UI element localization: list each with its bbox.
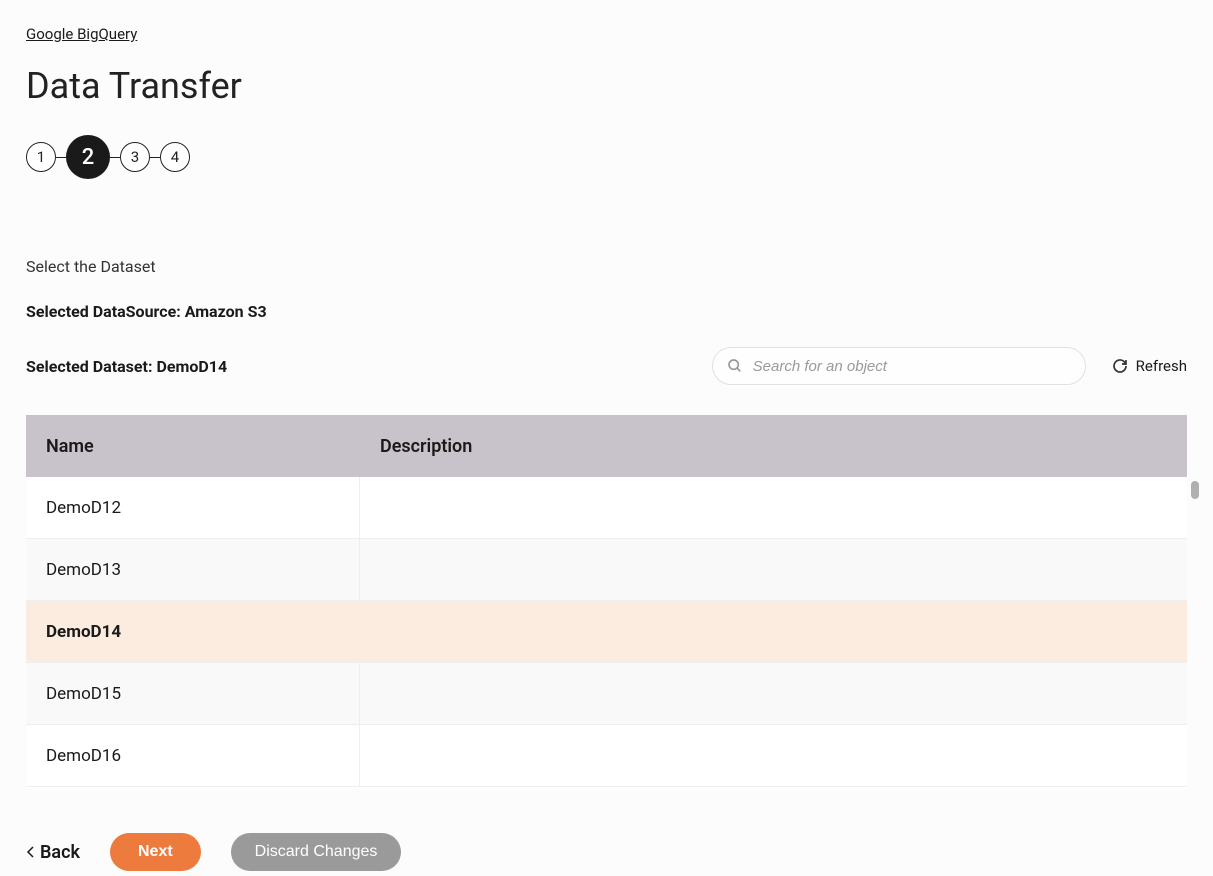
search-input[interactable] <box>753 358 1071 375</box>
step-connector <box>150 157 160 158</box>
column-header-name[interactable]: Name <box>26 436 360 457</box>
step-connector <box>56 157 66 158</box>
refresh-icon <box>1112 358 1128 374</box>
selected-datasource: Selected DataSource: Amazon S3 <box>26 302 1187 321</box>
table-row[interactable]: DemoD12 <box>26 477 1187 539</box>
cell-name: DemoD14 <box>26 601 360 662</box>
table-row[interactable]: DemoD16 <box>26 725 1187 787</box>
page-title: Data Transfer <box>26 65 1187 107</box>
discard-button[interactable]: Discard Changes <box>231 833 402 871</box>
step-1[interactable]: 1 <box>26 142 56 172</box>
refresh-button[interactable]: Refresh <box>1112 357 1187 375</box>
cell-name: DemoD16 <box>26 725 360 786</box>
step-4[interactable]: 4 <box>160 142 190 172</box>
column-header-description[interactable]: Description <box>360 436 1187 457</box>
search-icon <box>727 358 743 374</box>
scrollbar-thumb[interactable] <box>1191 481 1199 499</box>
step-2[interactable]: 2 <box>66 135 110 179</box>
step-connector <box>110 157 120 158</box>
breadcrumb-link[interactable]: Google BigQuery <box>26 25 137 43</box>
next-button[interactable]: Next <box>110 833 201 871</box>
refresh-label: Refresh <box>1136 357 1187 375</box>
scrollbar-track[interactable] <box>1187 477 1201 789</box>
table-body: DemoD12 DemoD13 DemoD14 DemoD15 DemoD16 <box>26 477 1187 789</box>
cell-name: DemoD15 <box>26 663 360 724</box>
selected-dataset: Selected Dataset: DemoD14 <box>26 357 227 376</box>
table-row[interactable]: DemoD15 <box>26 663 1187 725</box>
back-button[interactable]: Back <box>26 842 80 863</box>
search-box[interactable] <box>712 347 1086 385</box>
stepper: 1 2 3 4 <box>26 135 1187 179</box>
table-header: Name Description <box>26 415 1187 477</box>
step-3[interactable]: 3 <box>120 142 150 172</box>
table-row[interactable]: DemoD13 <box>26 539 1187 601</box>
dataset-table: Name Description DemoD12 DemoD13 DemoD14… <box>26 415 1187 789</box>
section-label: Select the Dataset <box>26 257 1187 276</box>
footer-actions: Back Next Discard Changes <box>26 833 1187 871</box>
back-label: Back <box>40 842 80 863</box>
table-row[interactable]: DemoD14 <box>26 601 1187 663</box>
cell-name: DemoD13 <box>26 539 360 600</box>
cell-name: DemoD12 <box>26 477 360 538</box>
chevron-left-icon <box>26 845 36 859</box>
